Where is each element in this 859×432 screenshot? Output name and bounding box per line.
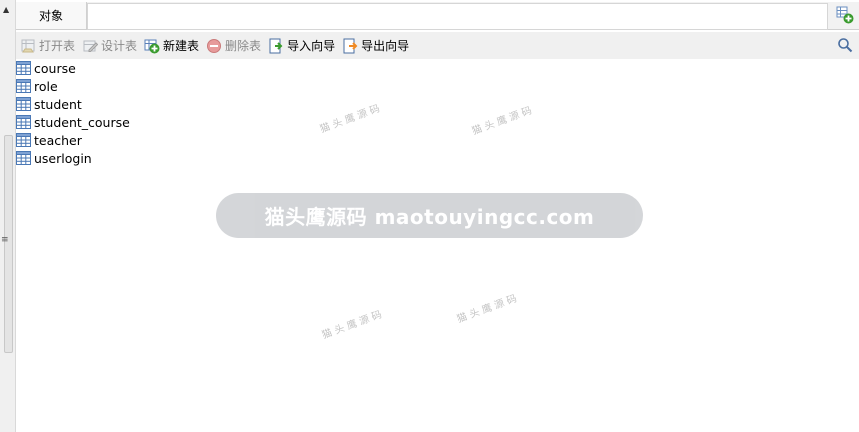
design-table-label: 设计表 xyxy=(101,39,138,53)
table-row[interactable]: teacher xyxy=(16,131,130,149)
table-name: course xyxy=(34,60,76,76)
import-wizard-label: 导入向导 xyxy=(287,39,336,53)
table-row[interactable]: student xyxy=(16,95,130,113)
table-icon xyxy=(16,115,31,129)
open-table-icon xyxy=(21,39,35,52)
export-wizard-button[interactable]: 导出向导 xyxy=(342,37,409,54)
table-icon xyxy=(16,61,31,75)
export-wizard-label: 导出向导 xyxy=(361,39,410,53)
splitter-grip-icon[interactable]: ≡ xyxy=(1,236,9,245)
table-icon xyxy=(16,133,31,147)
delete-table-icon xyxy=(207,38,222,53)
watermark-small-4: 猫 头 鹰 源 码 xyxy=(455,293,519,326)
table-icon xyxy=(16,151,31,165)
new-table-button[interactable]: 新建表 xyxy=(144,37,199,54)
left-scroll-strip[interactable]: ▲ ≡ xyxy=(0,0,16,432)
table-row[interactable]: role xyxy=(16,77,130,95)
import-wizard-button[interactable]: 导入向导 xyxy=(268,37,335,54)
tab-area-blank xyxy=(87,3,828,30)
scroll-up-icon[interactable]: ▲ xyxy=(3,5,9,14)
tab-objects[interactable]: 对象 xyxy=(16,2,87,29)
table-row[interactable]: course xyxy=(16,59,130,77)
table-name: student xyxy=(34,96,82,112)
watermark-small-1: 猫 头 鹰 源 码 xyxy=(318,103,382,136)
new-table-label: 新建表 xyxy=(163,39,200,53)
table-name: teacher xyxy=(34,132,82,148)
design-table-icon xyxy=(83,40,99,52)
design-table-button[interactable]: 设计表 xyxy=(82,37,137,54)
export-icon xyxy=(343,38,358,53)
open-table-button[interactable]: 打开表 xyxy=(20,37,75,54)
watermark-main-text: 猫头鹰源码 maotouyingcc.com xyxy=(264,205,595,229)
delete-table-button[interactable]: 删除表 xyxy=(206,37,261,54)
tab-bar: 对象 xyxy=(16,2,859,30)
import-icon xyxy=(269,38,283,53)
table-row[interactable]: student_course xyxy=(16,113,130,131)
object-toolbar: 打开表 设计表 新建表 删除表 导入向导 导出向导 xyxy=(16,32,859,59)
delete-table-label: 删除表 xyxy=(225,39,262,53)
table-name: role xyxy=(34,78,58,94)
table-icon xyxy=(16,97,31,111)
table-row[interactable]: userlogin xyxy=(16,149,130,167)
new-tab-icon[interactable] xyxy=(836,6,854,24)
new-table-icon xyxy=(144,39,160,53)
search-icon[interactable] xyxy=(837,37,853,53)
watermark-small-2: 猫 头 鹰 源 码 xyxy=(470,105,534,138)
tab-objects-label: 对象 xyxy=(38,9,63,23)
watermark-banner: 猫头鹰源码 maotouyingcc.com xyxy=(216,193,643,238)
open-table-label: 打开表 xyxy=(39,39,76,53)
table-icon xyxy=(16,79,31,93)
table-list: course role student student_courseteacher us… xyxy=(16,59,130,167)
watermark-small-3: 猫 头 鹰 源 码 xyxy=(320,309,384,342)
table-name: student_course xyxy=(34,114,130,130)
table-name: userlogin xyxy=(34,150,92,166)
